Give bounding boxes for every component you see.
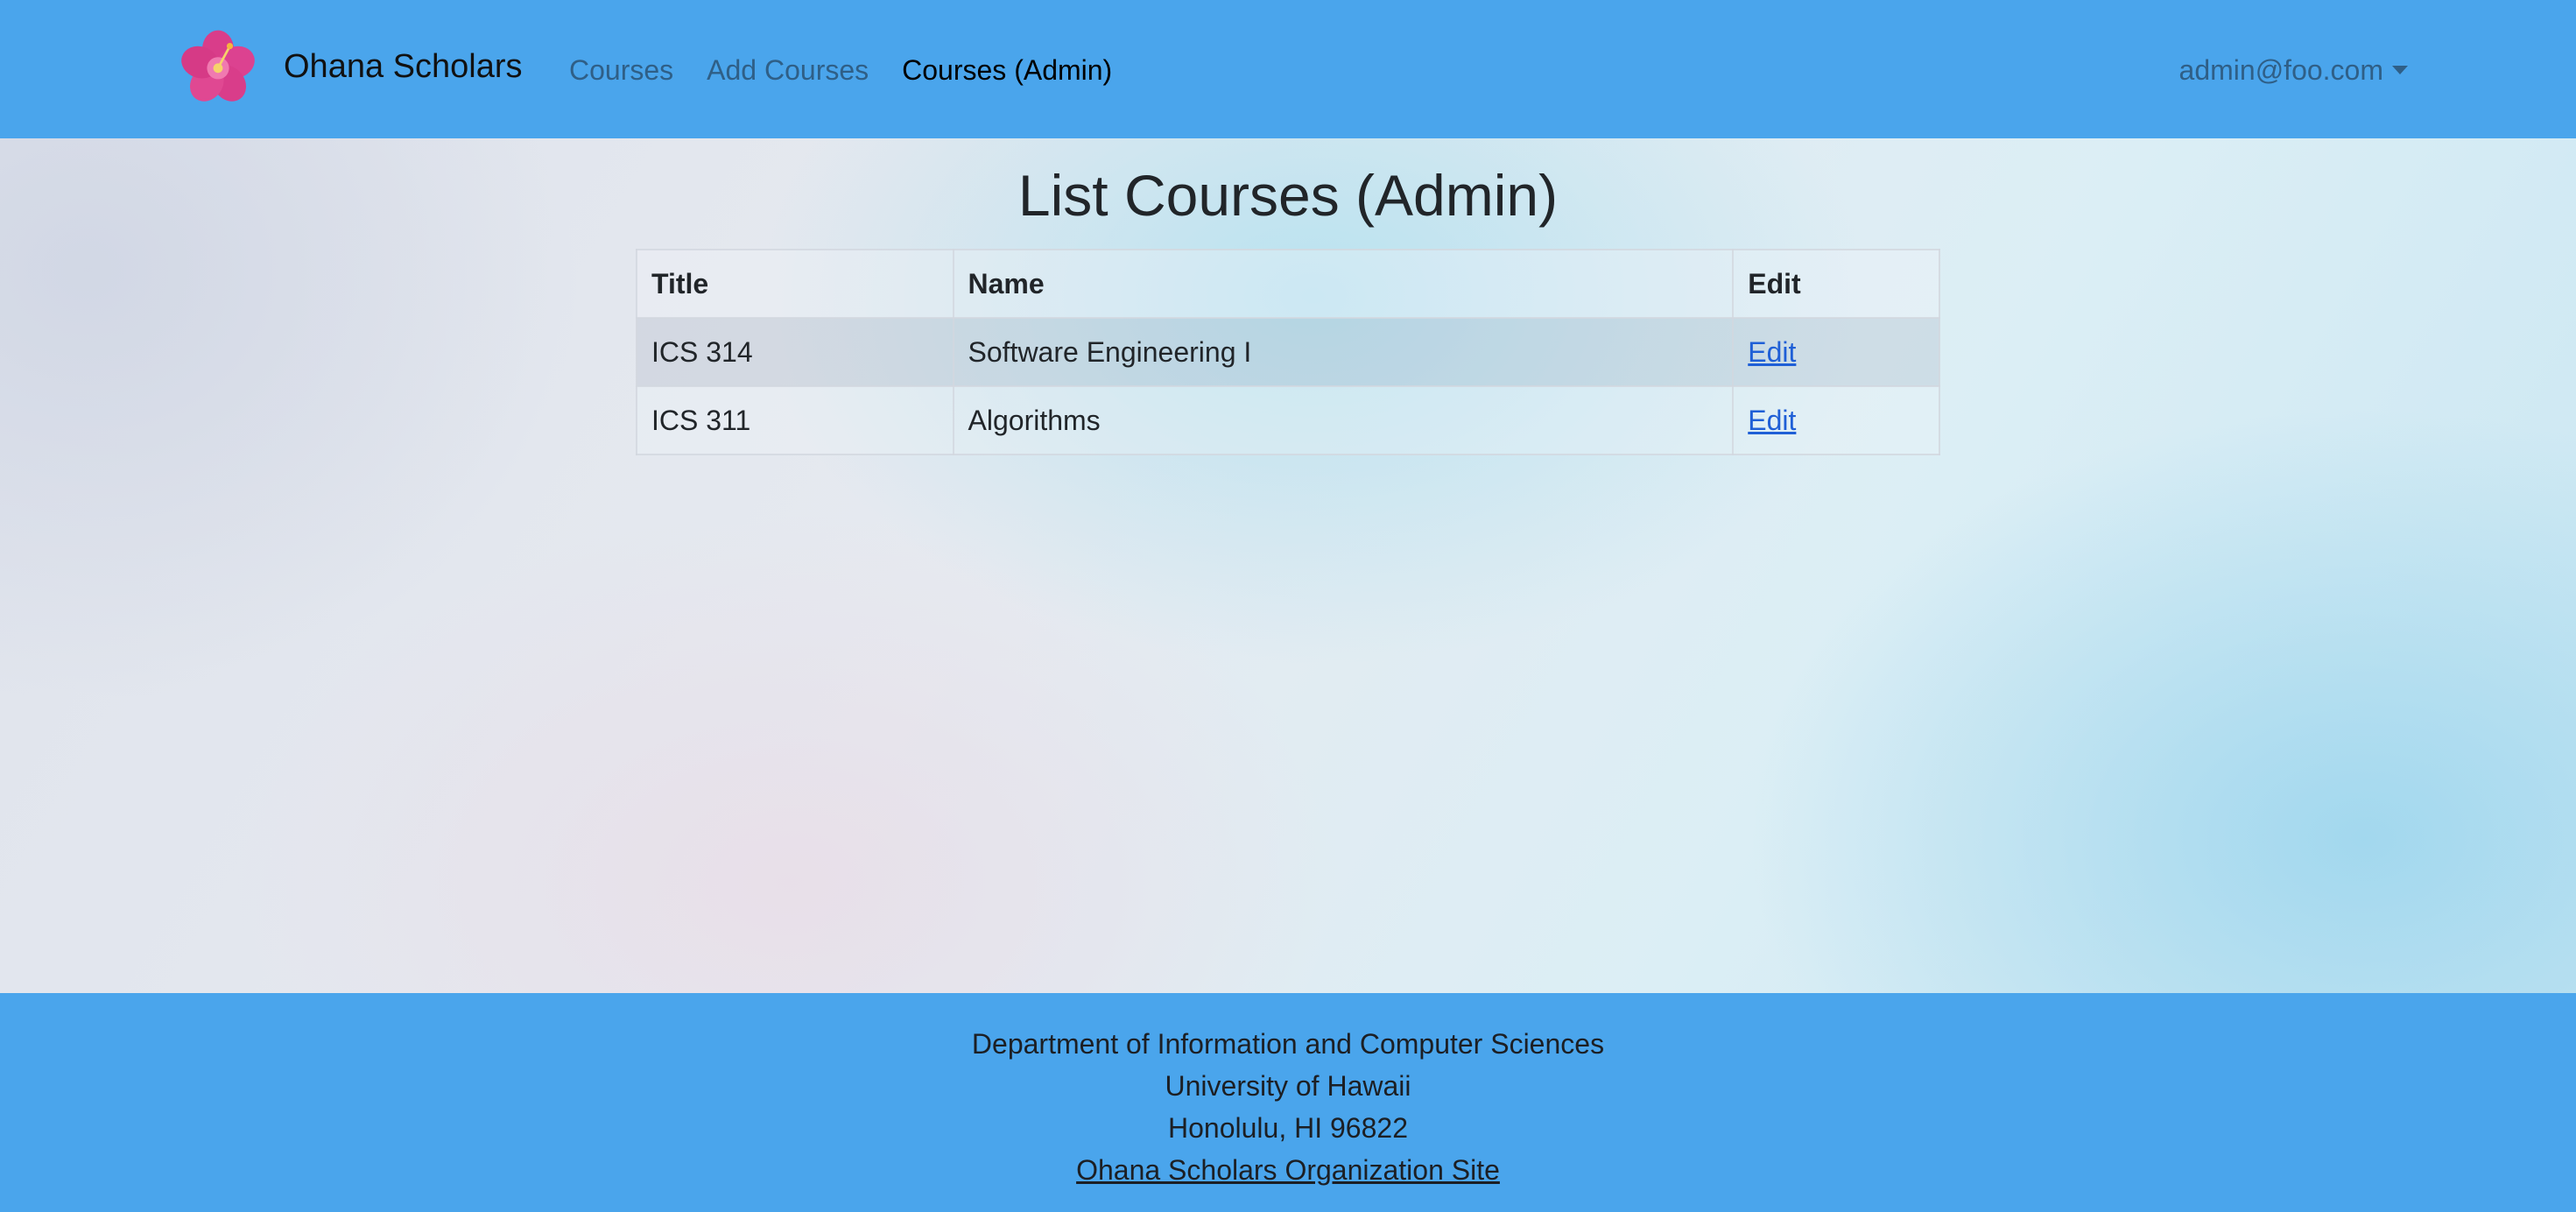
main-content: List Courses (Admin) Title Name Edit ICS…: [0, 138, 2576, 993]
nav-link-courses[interactable]: Courses: [569, 54, 673, 87]
course-title-cell: ICS 311: [636, 385, 954, 455]
column-header-edit: Edit: [1732, 249, 1940, 319]
organization-site-link[interactable]: Ohana Scholars Organization Site: [1076, 1154, 1500, 1186]
course-name-cell: Software Engineering I: [952, 317, 1735, 387]
brand-name: Ohana Scholars: [284, 47, 523, 85]
table-header-row: Title Name Edit: [636, 249, 1940, 319]
edit-link-ics-314[interactable]: Edit: [1748, 336, 1796, 368]
hibiscus-flower-icon: [181, 30, 255, 102]
user-email: admin@foo.com: [2178, 53, 2383, 86]
courses-table: Title Name Edit ICS 314 Software Enginee…: [636, 249, 1940, 455]
footer-link-wrapper: Ohana Scholars Organization Site: [0, 1149, 2576, 1191]
nav-links: Courses Add Courses Courses (Admin): [569, 49, 1145, 91]
footer-address: Department of Information and Computer S…: [0, 993, 2576, 1191]
nav-link-courses-admin[interactable]: Courses (Admin): [902, 54, 1112, 87]
course-edit-cell: Edit: [1732, 385, 1940, 455]
user-dropdown[interactable]: admin@foo.com: [2179, 49, 2408, 91]
edit-link-ics-311[interactable]: Edit: [1748, 405, 1796, 436]
column-header-name: Name: [952, 249, 1735, 319]
course-title-cell: ICS 314: [636, 317, 954, 387]
footer-city: Honolulu, HI 96822: [1168, 1112, 1408, 1144]
nav-link-add-courses[interactable]: Add Courses: [707, 54, 869, 87]
footer: Department of Information and Computer S…: [0, 993, 2576, 1212]
column-header-title: Title: [636, 249, 954, 319]
table-row: ICS 314 Software Engineering I Edit: [636, 317, 1940, 387]
page-title: List Courses (Admin): [1017, 163, 1559, 228]
footer-department: Department of Information and Computer S…: [971, 1028, 1605, 1060]
footer-university: University of Hawaii: [1165, 1070, 1411, 1102]
course-edit-cell: Edit: [1732, 317, 1940, 387]
caret-down-icon: [2392, 66, 2408, 74]
course-name-cell: Algorithms: [952, 385, 1735, 455]
navbar: Ohana Scholars Courses Add Courses Cours…: [0, 0, 2576, 138]
brand-link[interactable]: Ohana Scholars: [179, 25, 523, 109]
table-row: ICS 311 Algorithms Edit: [636, 385, 1940, 455]
